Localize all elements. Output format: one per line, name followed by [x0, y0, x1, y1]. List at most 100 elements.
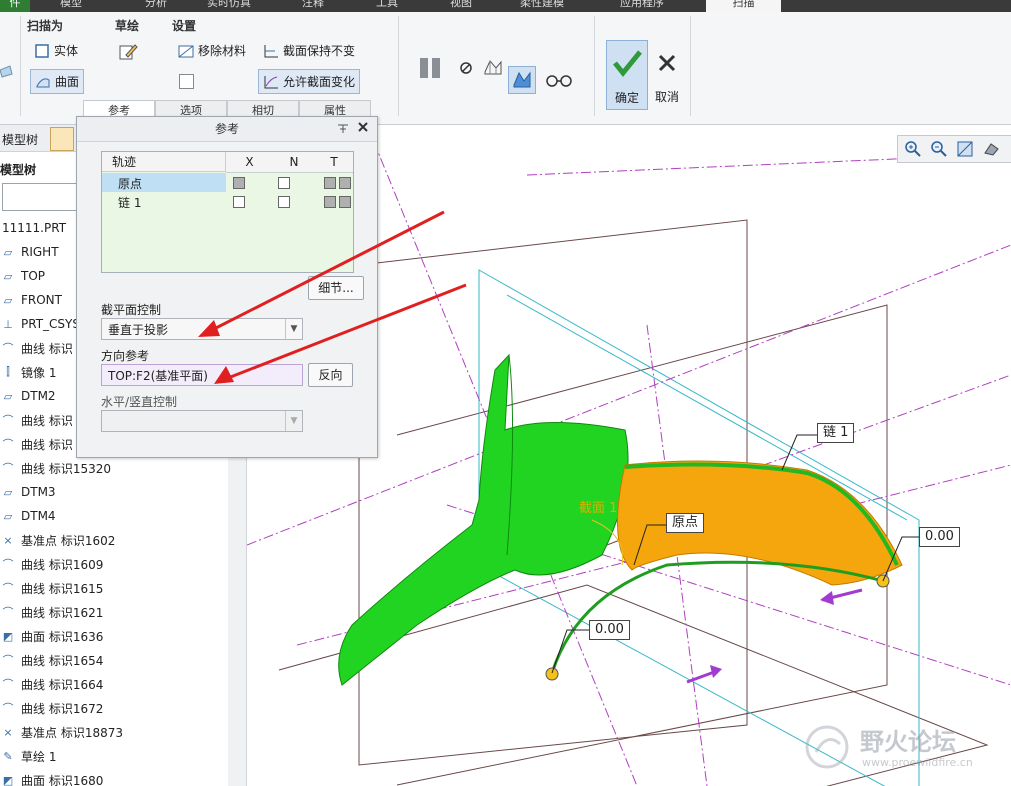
curve-icon: ⌒	[2, 558, 14, 571]
tree-item[interactable]: ▱ DTM2	[0, 386, 56, 406]
tree-search-input[interactable]	[2, 183, 84, 211]
section-1-label[interactable]: 截面 1	[579, 497, 617, 516]
view-orientation-icon[interactable]	[982, 140, 1000, 158]
t-checkbox[interactable]	[324, 177, 336, 189]
n-checkbox[interactable]	[278, 177, 290, 189]
tree-item[interactable]: ⌒ 曲线 标识15320	[0, 458, 112, 478]
tab-model-tree[interactable]: 模型树	[2, 131, 38, 148]
view-toolbar	[897, 135, 1011, 163]
close-icon[interactable]	[357, 121, 369, 133]
surface-icon: ◩	[2, 629, 14, 643]
tree-item[interactable]: ⌒ 曲线 标识	[0, 434, 73, 454]
curve-icon: ⌒	[2, 414, 14, 427]
table-row[interactable]: 链 1	[102, 192, 353, 211]
origin-label[interactable]: 原点	[666, 513, 705, 533]
cancel-button[interactable]: 取消	[650, 40, 684, 108]
n-checkbox[interactable]	[278, 196, 290, 208]
tab-view[interactable]: 视图	[450, 0, 472, 12]
zoom-in-icon[interactable]	[904, 140, 922, 158]
allow-section-change-button[interactable]: 允许截面变化	[258, 69, 361, 94]
dimension-right-value[interactable]: 0.00	[919, 527, 960, 547]
watermark-text: 野火论坛	[860, 728, 956, 756]
preview-shaded-button[interactable]	[508, 66, 536, 94]
verify-button[interactable]	[544, 70, 574, 90]
t-checkbox[interactable]	[324, 196, 336, 208]
tree-item[interactable]: ⌒ 曲线 标识1672	[0, 698, 104, 718]
tree-item[interactable]: ⌒ 曲线 标识	[0, 338, 73, 358]
tab-flexible-modeling[interactable]: 柔性建模	[520, 0, 564, 12]
model-tree-header: 模型树	[0, 163, 37, 177]
tree-item[interactable]: ▱ TOP	[0, 266, 45, 286]
tree-item[interactable]: ⌒ 曲线 标识1654	[0, 650, 104, 670]
tree-item[interactable]: ⌒ 曲线 标识	[0, 410, 73, 430]
confirm-button[interactable]: 确定	[606, 40, 648, 110]
allow-section-change-label: 允许截面变化	[283, 75, 356, 89]
chevron-down-icon[interactable]: ▼	[285, 319, 302, 339]
chain-1-label[interactable]: 链 1	[817, 423, 855, 443]
tab-file[interactable]: 件	[0, 0, 30, 12]
section-plane-control-select[interactable]: 垂直于投影 ▼	[101, 318, 303, 340]
pause-button[interactable]	[418, 56, 444, 80]
table-row[interactable]: 原点	[102, 173, 353, 192]
tree-item-label: 曲线 标识1654	[21, 653, 104, 668]
chevron-down-icon: ▼	[285, 411, 302, 431]
horizontal-vertical-control-select[interactable]: ▼	[101, 410, 303, 432]
pin-icon[interactable]	[337, 122, 349, 134]
tab-annotate[interactable]: 注释	[302, 0, 324, 12]
ribbon-left-overflow-icon[interactable]	[0, 62, 14, 82]
tree-item[interactable]: ⌒ 曲线 标识1615	[0, 578, 104, 598]
x-checkbox[interactable]	[233, 196, 245, 208]
tree-item[interactable]: ⊥ PRT_CSYS	[0, 314, 80, 334]
sketch-button[interactable]	[118, 42, 138, 62]
surface-icon: ◩	[2, 773, 14, 786]
shaded-preview-icon	[513, 71, 531, 88]
tab-analysis[interactable]: 分析	[145, 0, 167, 12]
start-point-marker[interactable]	[545, 667, 559, 681]
remove-material-button[interactable]: 移除材料	[178, 42, 246, 59]
zoom-out-icon[interactable]	[930, 140, 948, 158]
direction-reference-collector[interactable]: TOP:F2(基准平面)	[101, 364, 303, 386]
forum-watermark: 野火论坛 www.proewildfire.cn	[802, 720, 1002, 780]
tree-item[interactable]: × 基准点 标识18873	[0, 722, 123, 742]
tree-item[interactable]: ◩ 曲面 标识1680	[0, 770, 104, 786]
tab-live-simulation[interactable]: 实时仿真	[207, 0, 251, 12]
tree-item[interactable]: × 基准点 标识1602	[0, 530, 115, 550]
tree-item[interactable]: ◩ 曲面 标识1636	[0, 626, 104, 646]
tree-item-label: 曲线 标识	[21, 437, 73, 452]
glasses-icon	[546, 75, 572, 87]
surface-button[interactable]: 曲面	[30, 69, 85, 94]
tree-item[interactable]: 11111.PRT	[2, 218, 66, 238]
tree-item-label: DTM2	[21, 389, 56, 403]
keep-section-button[interactable]: 截面保持不变	[263, 42, 355, 59]
ribbon-tab-bar: 件 模型 分析 实时仿真 注释 工具 视图 柔性建模 应用程序 扫描	[0, 0, 1011, 12]
tree-item[interactable]: ▱ FRONT	[0, 290, 62, 310]
folder-browser-tab-icon[interactable]	[50, 127, 74, 151]
tab-tools[interactable]: 工具	[376, 0, 398, 12]
tree-item[interactable]: ▱ RIGHT	[0, 242, 59, 262]
thicken-checkbox[interactable]	[179, 74, 194, 89]
sketch-icon: ✎	[3, 749, 13, 763]
settings-title: 设置	[172, 19, 197, 33]
tree-item[interactable]: ▱ DTM3	[0, 482, 56, 502]
t-checkbox-secondary[interactable]	[339, 196, 351, 208]
t-checkbox-secondary[interactable]	[339, 177, 351, 189]
tree-item[interactable]: ▱ DTM4	[0, 506, 56, 526]
solid-button[interactable]: 实体	[34, 42, 78, 59]
tree-item[interactable]: ⌒ 曲线 标识1609	[0, 554, 104, 574]
tree-item[interactable]: ⌒ 曲线 标识1664	[0, 674, 104, 694]
tab-model[interactable]: 模型	[60, 0, 82, 12]
curve-icon: ⌒	[2, 462, 14, 475]
x-checkbox[interactable]	[233, 177, 245, 189]
tree-item-label: FRONT	[21, 293, 62, 307]
tree-item[interactable]: ⌒ 曲线 标识1621	[0, 602, 104, 622]
flip-button[interactable]: 反向	[308, 363, 353, 387]
tree-item[interactable]: ⫿ 镜像 1	[0, 362, 56, 382]
tree-item[interactable]: ✎ 草绘 1	[0, 746, 56, 766]
tab-applications[interactable]: 应用程序	[620, 0, 664, 12]
no-preview-button[interactable]	[458, 60, 474, 76]
dimension-left-value[interactable]: 0.00	[589, 620, 630, 640]
refit-icon[interactable]	[956, 140, 974, 158]
details-button[interactable]: 细节...	[308, 276, 364, 300]
preview-mesh-button[interactable]	[482, 58, 504, 78]
tab-sweep[interactable]: 扫描	[706, 0, 781, 12]
